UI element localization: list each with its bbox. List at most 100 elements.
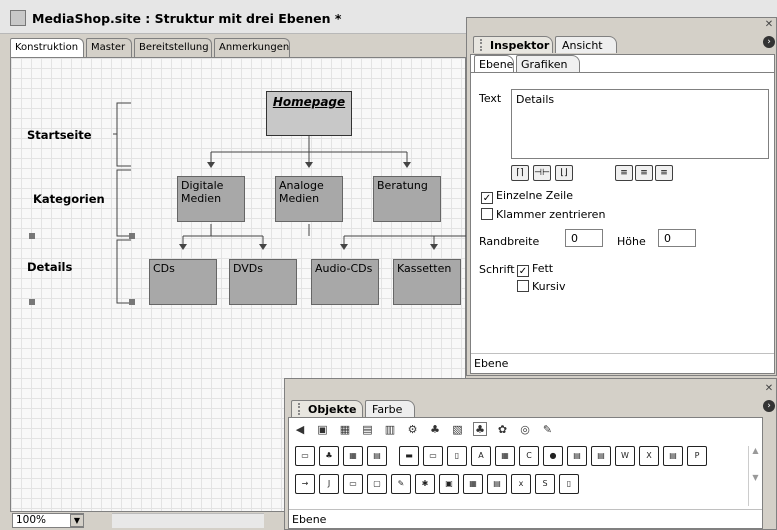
object-calc-icon[interactable]: ▦ (495, 446, 515, 466)
tab-anmerkungen[interactable]: Anmerkungen (214, 38, 290, 57)
randbreite-label: Randbreite (479, 235, 540, 248)
object-cgi-icon[interactable]: C (519, 446, 539, 466)
level-handle[interactable] (29, 233, 35, 239)
grip-icon (298, 403, 304, 415)
layout-icon[interactable]: ▤ (361, 423, 375, 437)
schrift-label: Schrift (479, 263, 515, 276)
object-edit-icon[interactable]: ✎ (391, 474, 411, 494)
object-text-icon[interactable]: ▤ (487, 474, 507, 494)
page-icon[interactable]: ▣ (316, 423, 330, 437)
node-analoge-medien[interactable]: Analoge Medien (275, 176, 343, 222)
object-swf-icon[interactable]: S (535, 474, 555, 494)
tab-farbe[interactable]: Farbe (365, 400, 415, 417)
tab-inspektor[interactable]: Inspektor (473, 36, 553, 53)
pencil-icon[interactable]: ✎ (541, 423, 555, 437)
node-kassetten[interactable]: Kassetten (393, 259, 461, 305)
objects-scrollbar[interactable]: ▲ ▼ (748, 446, 762, 506)
text-area[interactable]: Details (511, 89, 769, 159)
object-grid-icon[interactable]: ▦ (463, 474, 483, 494)
subtab-grafiken[interactable]: Grafiken (516, 55, 580, 72)
object-ppt-icon[interactable]: P (687, 446, 707, 466)
text-label: Text (479, 92, 502, 105)
object-pages-icon[interactable]: ▭ (343, 474, 363, 494)
level-handle[interactable] (129, 299, 135, 305)
align-middle-button[interactable]: ⊣⊢ (533, 165, 551, 181)
object-xml-icon[interactable]: x (511, 474, 531, 494)
checkbox-unchecked[interactable] (481, 208, 493, 220)
table-icon[interactable]: ▦ (338, 423, 352, 437)
object-frame-icon[interactable]: ▢ (367, 474, 387, 494)
align-bottom-button[interactable]: ⌊⌋ (555, 165, 573, 181)
circle-icon[interactable]: ◎ (518, 423, 532, 437)
frame-icon[interactable]: ▥ (383, 423, 397, 437)
form-icon[interactable]: ▧ (451, 423, 465, 437)
grip-icon (480, 39, 486, 51)
object-smart-icon[interactable]: ▯ (447, 446, 467, 466)
horizontal-scrollbar[interactable] (112, 513, 264, 528)
object-doc2-icon[interactable]: ▤ (591, 446, 611, 466)
tab-objekte-label: Objekte (308, 403, 357, 416)
hoehe-input[interactable]: 0 (658, 229, 696, 247)
node-dvds[interactable]: DVDs (229, 259, 297, 305)
object-list-icon[interactable]: ▤ (367, 446, 387, 466)
align-center-button[interactable]: ≡ (635, 165, 653, 181)
tab-konstruktion[interactable]: Konstruktion (10, 38, 84, 57)
object-lock-icon[interactable]: ▣ (439, 474, 459, 494)
node-cds[interactable]: CDs (149, 259, 217, 305)
globe-icon[interactable]: ✿ (496, 423, 510, 437)
object-doc3-icon[interactable]: ▤ (663, 446, 683, 466)
level-label-kategorien[interactable]: Kategorien (33, 192, 105, 206)
object-textpage-icon[interactable]: ▬ (399, 446, 419, 466)
object-word-icon[interactable]: W (615, 446, 635, 466)
inspector-footer: Ebene (474, 357, 509, 370)
align-left-button[interactable]: ≡ (615, 165, 633, 181)
level-handle[interactable] (29, 299, 35, 305)
node-beratung[interactable]: Beratung (373, 176, 441, 222)
node-digitale-medien[interactable]: Digitale Medien (177, 176, 245, 222)
object-script-icon[interactable]: ▭ (423, 446, 443, 466)
object-doc1-icon[interactable]: ▤ (567, 446, 587, 466)
node-audio-cds[interactable]: Audio-CDs (311, 259, 379, 305)
align-right-button[interactable]: ≡ (655, 165, 673, 181)
arrow-left-icon[interactable]: ◀ (293, 423, 307, 437)
sitemap-icon[interactable]: ♣ (428, 423, 442, 437)
object-jsp-icon[interactable]: J (319, 474, 339, 494)
object-book-icon[interactable]: ▯ (559, 474, 579, 494)
object-arrow-icon[interactable]: → (295, 474, 315, 494)
gear-icon[interactable]: ⚙ (406, 423, 420, 437)
randbreite-input[interactable]: 0 (565, 229, 603, 247)
checkbox-checked[interactable]: ✓ (517, 265, 529, 277)
document-tabs: Konstruktion Master Bereitstellung Anmer… (10, 38, 480, 57)
object-db-icon[interactable]: ● (543, 446, 563, 466)
close-icon[interactable]: ✕ (763, 19, 775, 31)
inspector-body: Ebene Grafiken Text Details ⌈⌉ ⊣⊢ ⌊⌋ ≡ ≡… (470, 54, 775, 374)
object-sitemap-icon[interactable]: ♣ (319, 446, 339, 466)
object-excel-icon[interactable]: X (639, 446, 659, 466)
panel-menu-icon[interactable]: › (763, 400, 775, 412)
level-label-startseite[interactable]: Startseite (27, 128, 92, 142)
level-handle[interactable] (129, 233, 135, 239)
checkbox-einzelne-zeile[interactable]: ✓ Einzelne Zeile (481, 189, 573, 204)
tab-master[interactable]: Master (86, 38, 132, 57)
tab-objekte[interactable]: Objekte (291, 400, 363, 417)
tab-ansicht[interactable]: Ansicht (555, 36, 617, 53)
object-tool-icon[interactable]: ✱ (415, 474, 435, 494)
checkbox-unchecked[interactable] (517, 280, 529, 292)
checkbox-kursiv[interactable]: Kursiv (517, 280, 565, 293)
object-newssite-icon[interactable]: ▦ (343, 446, 363, 466)
align-top-left-button[interactable]: ⌈⌉ (511, 165, 529, 181)
panel-menu-icon[interactable]: › (763, 36, 775, 48)
divider (471, 353, 774, 354)
object-asp-icon[interactable]: A (471, 446, 491, 466)
tab-bereitstellung[interactable]: Bereitstellung (134, 38, 212, 57)
level-label-details[interactable]: Details (27, 260, 72, 274)
node-homepage[interactable]: Homepage (266, 91, 352, 136)
chevron-down-icon[interactable]: ▼ (70, 514, 84, 527)
subtab-ebene[interactable]: Ebene (474, 55, 514, 72)
close-icon[interactable]: ✕ (763, 383, 775, 395)
checkbox-fett[interactable]: ✓ Fett (517, 262, 553, 277)
checkbox-checked[interactable]: ✓ (481, 192, 493, 204)
site-structure-icon[interactable]: ♣ (473, 422, 487, 436)
object-page-icon[interactable]: ▭ (295, 446, 315, 466)
checkbox-klammer-zentrieren[interactable]: Klammer zentrieren (481, 208, 605, 221)
